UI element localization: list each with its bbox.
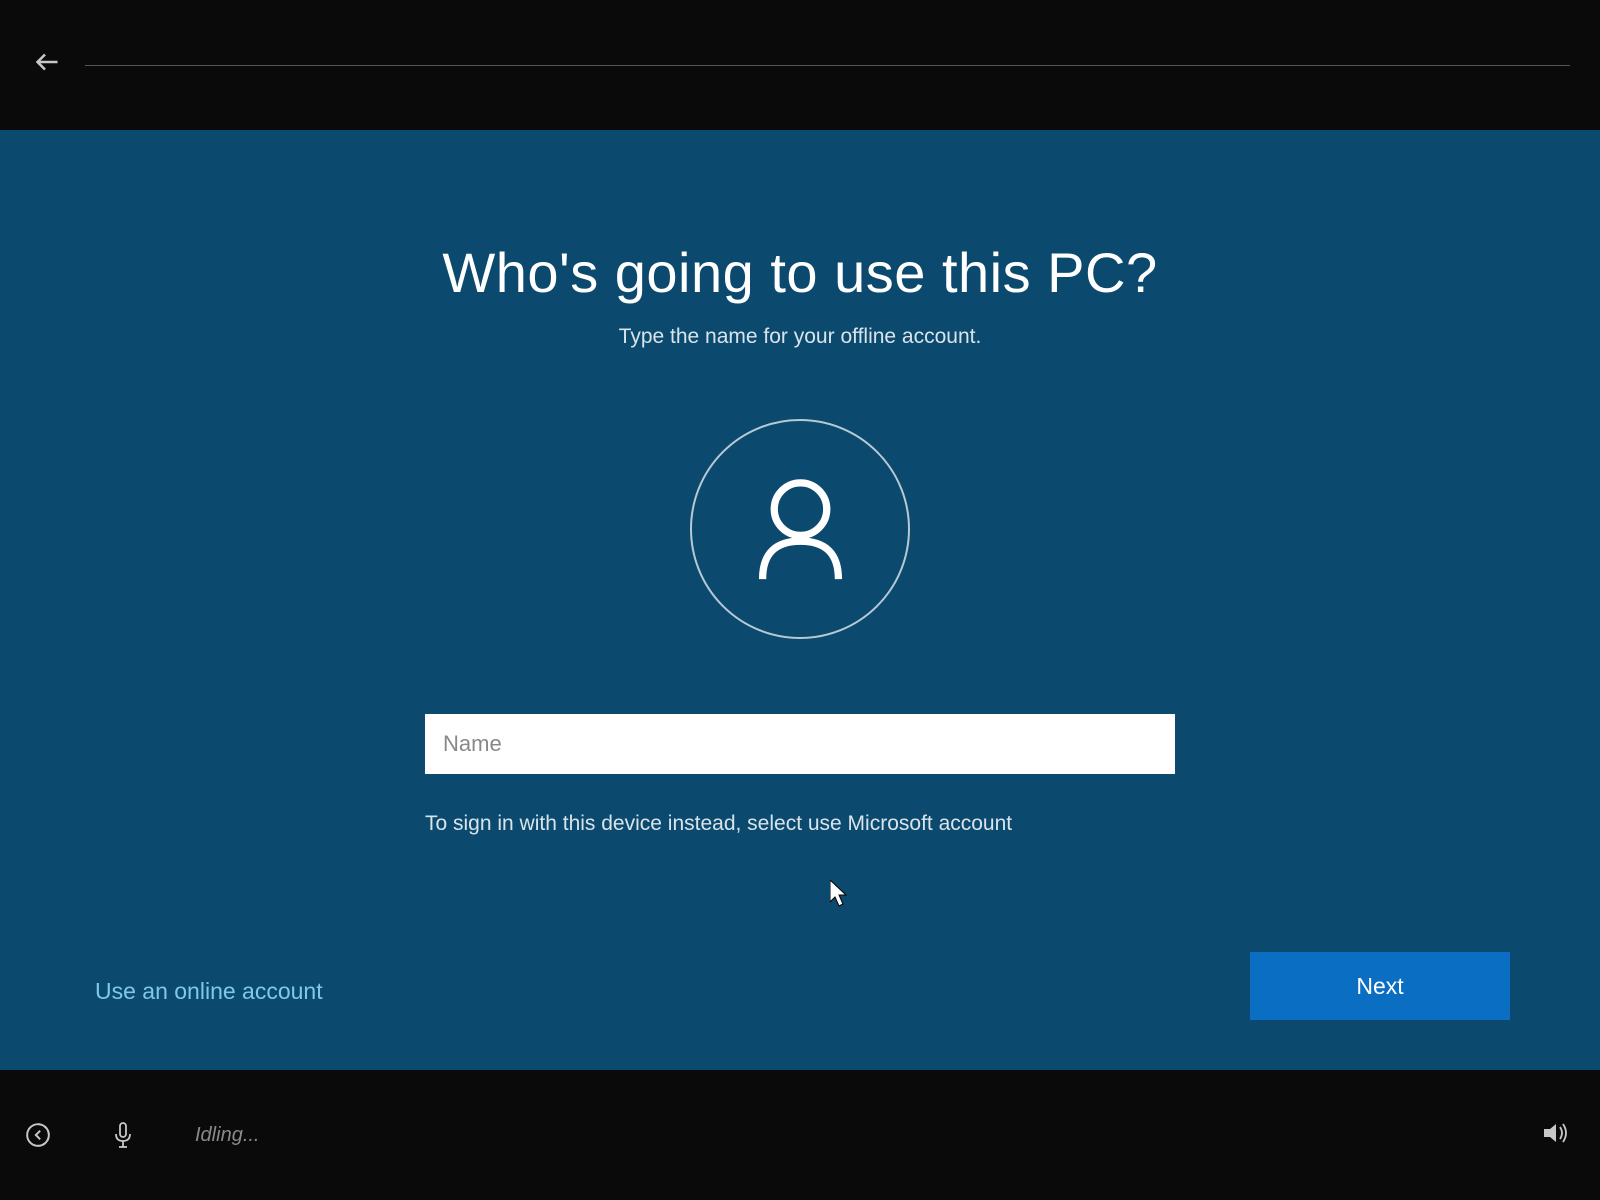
name-input[interactable] [425, 714, 1175, 774]
page-subtitle: Type the name for your offline account. [619, 325, 982, 349]
next-button-label: Next [1356, 973, 1403, 1000]
volume-icon[interactable] [1542, 1121, 1570, 1150]
back-arrow-icon[interactable] [30, 47, 60, 84]
top-divider [85, 65, 1570, 66]
status-text: Idling... [195, 1124, 259, 1147]
bottom-bar: Idling... [0, 1070, 1600, 1200]
microphone-icon[interactable] [111, 1121, 135, 1149]
accessibility-icon[interactable] [25, 1122, 51, 1148]
user-avatar-placeholder [690, 419, 910, 639]
main-content: Who's going to use this PC? Type the nam… [0, 130, 1600, 1070]
next-button[interactable]: Next [1250, 952, 1510, 1020]
page-title: Who's going to use this PC? [442, 240, 1157, 305]
top-bar [0, 0, 1600, 130]
user-icon [753, 477, 848, 582]
hint-text: To sign in with this device instead, sel… [425, 812, 1175, 836]
use-online-account-link[interactable]: Use an online account [95, 978, 323, 1005]
